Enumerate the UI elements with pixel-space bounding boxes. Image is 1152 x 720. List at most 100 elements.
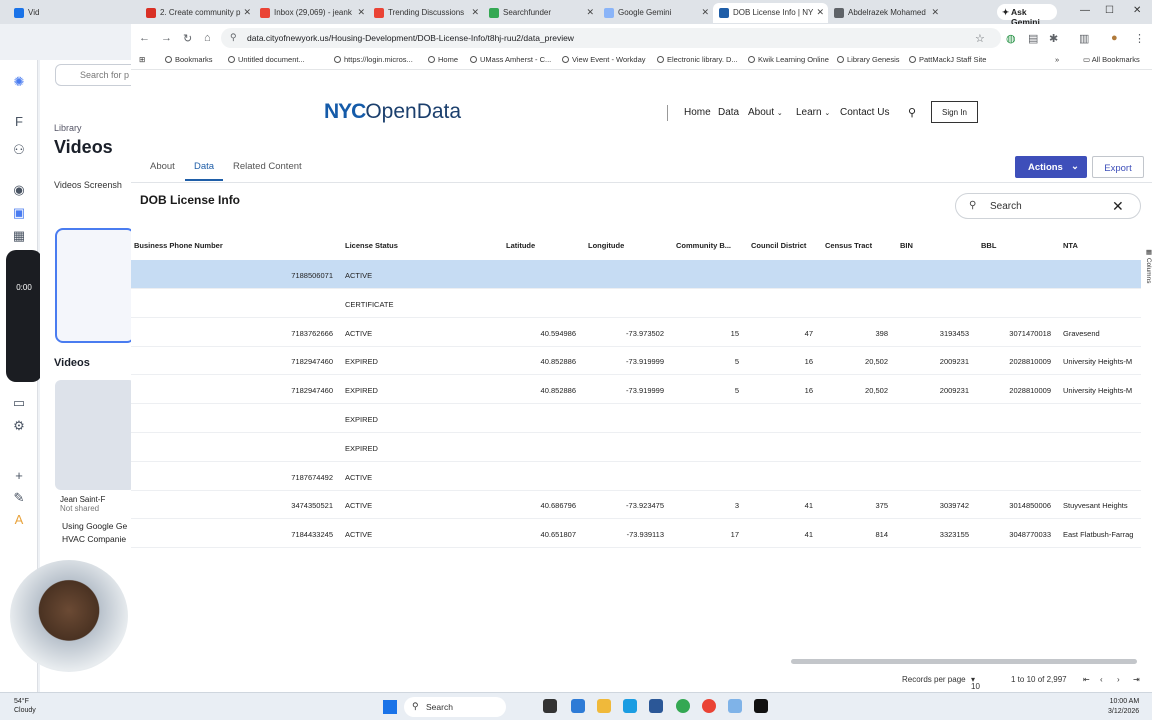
bookmarks-overflow-icon[interactable]: » [1055,55,1059,64]
app-icon[interactable] [728,699,742,713]
video-caption[interactable]: Using Google Ge HVAC Companie [62,520,134,546]
tab-data[interactable]: Data [194,161,214,172]
column-header[interactable]: Community B... [676,241,746,250]
nav-about[interactable]: About ⌄ [748,107,783,118]
calendar-icon[interactable]: ▦ [9,226,29,246]
table-row[interactable]: 7187674492 ACTIVE [131,462,1141,491]
ask-gemini-button[interactable]: ✦ Ask Gemini [997,4,1057,27]
browser-tab[interactable]: Abdelrazek Mohamed ✕ [828,3,943,23]
bookmark-item[interactable]: Library Genesis [837,55,900,64]
column-header[interactable]: BBL [981,241,1041,250]
column-header[interactable]: Council District [751,241,821,250]
settings-icon[interactable]: ⚙ [9,416,29,436]
weather-widget[interactable]: 54°F Cloudy [14,697,36,715]
actions-button[interactable]: Actions ⌄ [1015,156,1087,178]
column-header[interactable]: Census Tract [825,241,895,250]
reload-icon[interactable]: ↻ [183,32,192,45]
nav-contact[interactable]: Contact Us [840,107,889,118]
edge-icon[interactable] [571,699,585,713]
back-icon[interactable]: ← [139,32,150,44]
chrome-profile-icon[interactable] [702,699,716,713]
column-header[interactable]: Latitude [506,241,576,250]
nav-data[interactable]: Data [718,107,739,118]
extension-icon-2[interactable]: ▤ [1028,32,1038,45]
bookmark-item[interactable]: Bookmarks [165,55,213,64]
bookmark-item[interactable]: View Event - Workday [562,55,646,64]
taskbar-clock[interactable]: 10:00 AM 3/12/2026 [1108,697,1139,717]
maximize-icon[interactable]: ☐ [1105,5,1114,16]
prev-page-icon[interactable]: ‹ [1100,675,1103,684]
chrome-icon[interactable] [676,699,690,713]
add-user-icon[interactable]: ⚇ [9,140,29,160]
tab-vid[interactable]: Vid [8,3,68,23]
plus-icon[interactable]: + [9,466,29,486]
edge-browser-icon[interactable] [623,699,637,713]
last-page-icon[interactable]: ⇥ [1133,675,1140,684]
store-icon[interactable] [649,699,663,713]
table-row[interactable]: 7188506071 ACTIVE [131,260,1141,289]
address-bar[interactable]: ⚲ data.cityofnewyork.us/Housing-Developm… [221,28,1001,48]
sign-in-button[interactable]: Sign In [931,101,978,123]
close-window-icon[interactable]: ✕ [1133,5,1141,16]
table-row[interactable]: EXPIRED [131,433,1141,462]
browser-tab[interactable]: Trending Discussions ✕ [368,3,483,23]
close-tab-icon[interactable]: ✕ [586,7,594,18]
records-per-page-select[interactable]: 10 ▾ [971,675,980,691]
browser-tab[interactable]: Google Gemini ✕ [598,3,713,23]
column-header[interactable]: NTA [1063,241,1143,250]
nav-learn[interactable]: Learn ⌄ [796,107,830,118]
search-icon[interactable]: ⚲ [908,106,916,119]
close-tab-icon[interactable]: ✕ [471,7,479,18]
table-row[interactable]: 7184433245 ACTIVE 40.651807 -73.939113 17 41 8… [131,519,1141,549]
close-tab-icon[interactable]: ✕ [931,7,939,18]
minimize-icon[interactable]: — [1080,5,1090,16]
video-card[interactable] [55,380,135,490]
table-row[interactable]: 7183762666 ACTIVE 40.594986 -73.973502 15 47 3… [131,318,1141,347]
columns-toggle[interactable]: ▦ Columns [1141,248,1152,306]
bookmark-item[interactable]: Home [428,55,458,64]
export-button[interactable]: Export [1092,156,1144,178]
extensions-puzzle-icon[interactable]: ✱ [1049,32,1058,45]
dataset-search-input[interactable]: ⚲ Search ✕ [955,193,1141,219]
nav-home[interactable]: Home [684,107,711,118]
close-tab-icon[interactable]: ✕ [357,7,365,18]
table-row[interactable]: 3474350521 ACTIVE 40.686796 -73.923475 3 41 37… [131,490,1141,520]
close-tab-icon[interactable]: ✕ [701,7,709,18]
column-header[interactable]: License Status [345,241,465,250]
apps-grid-icon[interactable]: ⊞ [139,55,145,64]
bookmark-star-icon[interactable]: ☆ [975,32,985,45]
video-card-selected[interactable] [55,228,135,343]
bookmark-item[interactable]: https://login.micros... [334,55,413,64]
bookmark-item[interactable]: Electronic library. D... [657,55,738,64]
menu-dots-icon[interactable]: ⋮ [1134,32,1145,45]
nyc-opendata-logo[interactable]: NYCOpenData [324,100,461,124]
table-row[interactable]: 7182947460 EXPIRED 40.852886 -73.919999 5 16 2… [131,346,1141,376]
all-bookmarks[interactable]: ▭ All Bookmarks [1083,55,1140,64]
file-explorer-icon[interactable] [597,699,611,713]
tab-about[interactable]: About [150,161,175,172]
table-row[interactable]: 7182947460 EXPIRED 40.852886 -73.919999 5 16 2… [131,375,1141,405]
table-row[interactable]: CERTIFICATE [131,289,1141,318]
bookmark-item[interactable]: Kwik Learning Online [748,55,829,64]
horizontal-scrollbar[interactable] [791,659,1137,664]
home-icon[interactable]: ⌂ [204,32,211,44]
table-row[interactable]: EXPIRED [131,404,1141,433]
bookmark-item[interactable]: PattMackJ Staff Site [909,55,986,64]
browser-tab[interactable]: Inbox (29,069) - jeank ✕ [254,3,369,23]
browser-tab[interactable]: DOB License Info | NY ✕ [713,3,828,23]
column-header[interactable]: Business Phone Number [134,241,334,250]
account-icon[interactable]: ◉ [9,180,29,200]
sidepanel-icon[interactable]: ▥ [1079,32,1089,45]
bookmark-item[interactable]: UMass Amherst - C... [470,55,551,64]
column-header[interactable]: Longitude [588,241,658,250]
tab-related-content[interactable]: Related Content [233,161,302,172]
close-tab-icon[interactable]: ✕ [816,7,824,18]
videos-tabs[interactable]: Videos Screensh [54,180,122,190]
profile-avatar[interactable]: ● [1111,32,1118,44]
close-tab-icon[interactable]: ✕ [243,7,251,18]
caption-icon[interactable]: ▭ [9,393,29,413]
recorder-icon[interactable] [754,699,768,713]
avatar[interactable]: A [9,510,29,530]
bookmark-item[interactable]: Untitled document... [228,55,305,64]
browser-tab[interactable]: 2. Create community p ✕ [140,3,255,23]
